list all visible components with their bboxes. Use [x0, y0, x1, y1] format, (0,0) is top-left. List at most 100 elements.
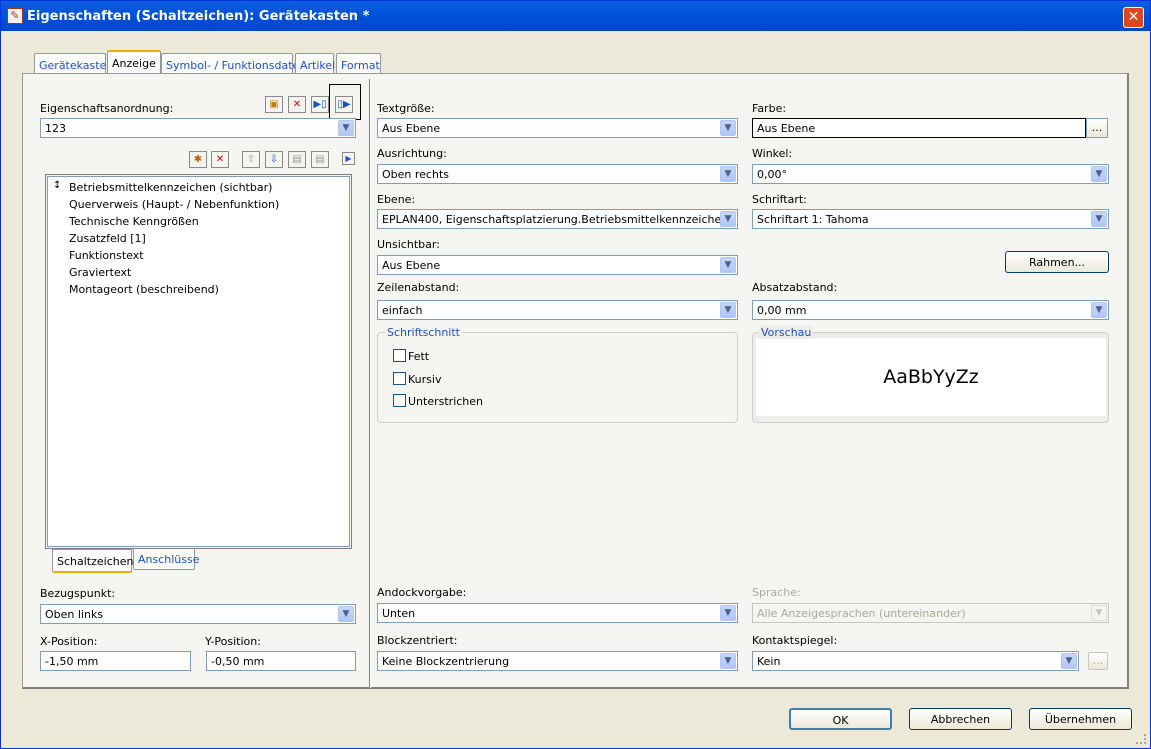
list-item[interactable]: Betriebsmittelkennzeichen (sichtbar)	[69, 181, 272, 194]
chevron-down-icon[interactable]: ▼	[1061, 653, 1077, 669]
arrangement-select[interactable]: 123 ▼	[40, 118, 356, 138]
alignment-value: Oben rechts	[382, 168, 449, 181]
tab-panel-anzeige: Eigenschaftsanordnung: ▣ ✕ ▶▯ ▯▶ 123 ▼ ✱…	[22, 73, 1129, 689]
export-icon[interactable]: ▯▶	[335, 96, 353, 113]
window-title: Eigenschaften (Schaltzeichen): Gerätekas…	[27, 9, 370, 24]
import-icon[interactable]: ▶▯	[311, 96, 329, 113]
list-item[interactable]: Graviertext	[69, 266, 131, 279]
invisible-value: Aus Ebene	[382, 259, 441, 272]
language-value: Alle Anzeigesprachen (untereinander)	[757, 607, 966, 620]
blockcenter-label: Blockzentriert:	[377, 634, 458, 647]
chevron-down-icon[interactable]: ▼	[338, 606, 354, 622]
sort-icon: ↕	[53, 180, 62, 191]
new-icon[interactable]: ✱	[189, 151, 207, 168]
invisible-label: Unsichtbar:	[377, 238, 440, 251]
resize-grip[interactable]	[1136, 734, 1146, 744]
list-item[interactable]: Funktionstext	[69, 249, 144, 262]
font-select[interactable]: Schriftart 1: Tahoma ▼	[752, 209, 1109, 229]
bold-checkbox[interactable]	[393, 349, 406, 362]
chevron-down-icon[interactable]: ▼	[720, 302, 736, 318]
apply-button[interactable]: Übernehmen	[1029, 708, 1132, 730]
chevron-down-icon[interactable]: ▼	[720, 605, 736, 621]
contactmirror-label: Kontaktspiegel:	[752, 634, 838, 647]
tab-artikel[interactable]: Artikel	[295, 53, 335, 74]
save-icon[interactable]: ▣	[265, 96, 283, 113]
tab-geraetekasten[interactable]: Gerätekasten	[34, 53, 113, 74]
tab-anzeige[interactable]: Anzeige	[107, 50, 161, 74]
layer-label: Ebene:	[377, 193, 416, 206]
delete-icon[interactable]: ✕	[288, 96, 306, 113]
dock-select[interactable]: Unten ▼	[377, 603, 738, 623]
paraspacing-select[interactable]: 0,00 mm ▼	[752, 300, 1109, 320]
chevron-down-icon[interactable]: ▼	[720, 257, 736, 273]
chevron-down-icon[interactable]: ▼	[720, 653, 736, 669]
title-bar[interactable]: ✎ Eigenschaften (Schaltzeichen): Gerätek…	[1, 1, 1150, 31]
blockcenter-select[interactable]: Keine Blockzentrierung ▼	[377, 651, 738, 671]
arrangement-value: 123	[45, 122, 66, 135]
chevron-down-icon[interactable]: ▼	[1091, 166, 1107, 182]
linespacing-label: Zeilenabstand:	[377, 281, 460, 294]
x-position-input[interactable]: -1,50 mm	[40, 651, 191, 671]
group-icon[interactable]: ▤	[288, 151, 306, 168]
blockcenter-value: Keine Blockzentrierung	[382, 655, 510, 668]
contactmirror-browse-button: ...	[1088, 652, 1108, 670]
textsize-label: Textgröße:	[377, 102, 435, 115]
fontstyle-title: Schriftschnitt	[385, 326, 462, 339]
textsize-select[interactable]: Aus Ebene ▼	[377, 118, 738, 138]
subtab-schaltzeichen[interactable]: Schaltzeichen	[52, 549, 133, 573]
underline-label: Unterstrichen	[408, 395, 484, 408]
subtab-anschluesse[interactable]: Anschlüsse	[133, 549, 200, 570]
list-item[interactable]: Montageort (beschreibend)	[69, 283, 219, 296]
underline-checkbox[interactable]	[393, 394, 406, 407]
chevron-down-icon[interactable]: ▼	[1091, 211, 1107, 227]
italic-checkbox[interactable]	[393, 372, 406, 385]
ungroup-icon[interactable]: ▤	[311, 151, 329, 168]
dock-value: Unten	[382, 607, 416, 620]
contactmirror-value: Kein	[757, 655, 781, 668]
cancel-button[interactable]: Abbrechen	[909, 708, 1012, 730]
layer-value: EPLAN400, Eigenschaftsplatzierung.Betrie…	[382, 213, 729, 226]
paraspacing-label: Absatzabstand:	[752, 281, 838, 294]
y-position-input[interactable]: -0,50 mm	[206, 651, 356, 671]
angle-value: 0,00°	[757, 168, 787, 181]
move-down-icon[interactable]: ⇩	[265, 151, 283, 168]
eplan-properties-icon: ✎	[7, 8, 23, 24]
italic-label: Kursiv	[408, 373, 442, 386]
contactmirror-select[interactable]: Kein ▼	[752, 651, 1079, 671]
dock-label: Andockvorgabe:	[377, 586, 467, 599]
font-value: Schriftart 1: Tahoma	[757, 213, 869, 226]
linespacing-value: einfach	[382, 304, 423, 317]
angle-select[interactable]: 0,00° ▼	[752, 164, 1109, 184]
alignment-select[interactable]: Oben rechts ▼	[377, 164, 738, 184]
frame-button[interactable]: Rahmen...	[1005, 251, 1109, 273]
close-button[interactable]: ✕	[1123, 7, 1144, 28]
y-label: Y-Position:	[205, 635, 261, 648]
chevron-down-icon[interactable]: ▼	[720, 120, 736, 136]
move-up-icon[interactable]: ⇧	[242, 151, 260, 168]
tab-symbol-funktionsdaten[interactable]: Symbol- / Funktionsdaten	[161, 53, 306, 74]
color-input[interactable]: Aus Ebene	[752, 118, 1086, 138]
font-label: Schriftart:	[752, 193, 807, 206]
color-label: Farbe:	[752, 102, 787, 115]
list-item[interactable]: Technische Kenngrößen	[69, 215, 199, 228]
splitter[interactable]	[369, 79, 371, 688]
linespacing-select[interactable]: einfach ▼	[377, 300, 738, 320]
layer-select[interactable]: EPLAN400, Eigenschaftsplatzierung.Betrie…	[377, 209, 738, 229]
delete-icon[interactable]: ✕	[211, 151, 229, 168]
language-label: Sprache:	[752, 586, 801, 599]
invisible-select[interactable]: Aus Ebene ▼	[377, 255, 738, 275]
bold-label: Fett	[408, 350, 430, 363]
tab-format[interactable]: Format	[336, 53, 381, 74]
list-item[interactable]: Querverweis (Haupt- / Nebenfunktion)	[69, 198, 279, 211]
chevron-down-icon[interactable]: ▼	[338, 120, 354, 136]
list-item[interactable]: Zusatzfeld [1]	[69, 232, 146, 245]
reference-select[interactable]: Oben links ▼	[40, 604, 356, 624]
more-icon[interactable]: ▶	[342, 152, 355, 165]
color-browse-button[interactable]: ...	[1086, 118, 1108, 138]
chevron-down-icon[interactable]: ▼	[720, 166, 736, 182]
property-list[interactable]: ↕ Betriebsmittelkennzeichen (sichtbar) Q…	[47, 176, 350, 547]
chevron-down-icon[interactable]: ▼	[1091, 302, 1107, 318]
chevron-down-icon[interactable]: ▼	[720, 211, 736, 227]
reference-label: Bezugspunkt:	[40, 587, 116, 600]
ok-button[interactable]: OK	[789, 708, 892, 730]
